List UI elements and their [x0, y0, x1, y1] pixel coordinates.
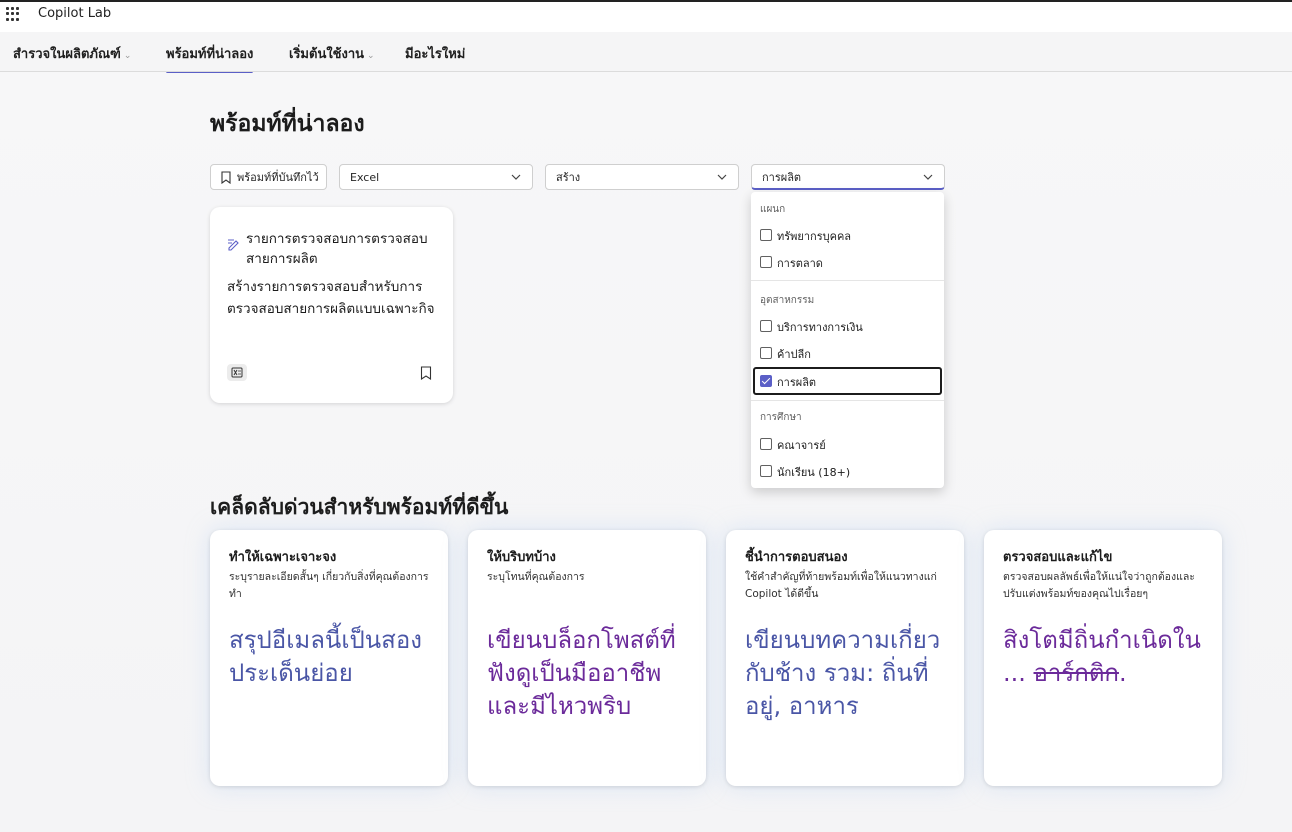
prompt-card[interactable]: รายการตรวจสอบการตรวจสอบสายการผลิต สร้างร…	[210, 207, 453, 403]
nav-whats-new[interactable]: มีอะไรใหม่	[405, 43, 465, 64]
menu-option-students[interactable]: นักเรียน (18+)	[751, 458, 944, 484]
checkbox[interactable]	[760, 438, 772, 450]
tip-heading: ทำให้เฉพาะเจาะจง	[229, 550, 337, 565]
checkbox[interactable]	[760, 320, 772, 332]
tip-card: ชี้นำการตอบสนอง ใช้คำสำคัญที่ท้ายพร้อมท์…	[726, 530, 964, 786]
app-filter-dropdown[interactable]: Excel	[339, 164, 533, 190]
menu-option-label: ค้าปลีก	[777, 348, 811, 361]
checkbox[interactable]	[760, 229, 772, 241]
nav-prompts[interactable]: พร้อมท์ที่น่าลอง	[166, 43, 254, 75]
page-title: พร้อมท์ที่น่าลอง	[210, 111, 365, 137]
action-filter-dropdown[interactable]: สร้าง	[545, 164, 739, 190]
menu-option-label: คณาจารย์	[777, 439, 826, 452]
menu-option-label: ทรัพยากรบุคคล	[777, 230, 852, 243]
tip-example-suffix: .	[1118, 659, 1127, 687]
bookmark-icon	[221, 170, 231, 184]
nav-whats-new-label: มีอะไรใหม่	[405, 47, 466, 62]
top-bar: Copilot Lab	[0, 0, 1292, 32]
app-title: Copilot Lab	[38, 6, 112, 21]
checkbox[interactable]	[760, 347, 772, 359]
menu-option-label: การตลาด	[777, 257, 823, 270]
menu-option-marketing[interactable]: การตลาด	[751, 249, 944, 275]
saved-prompts-button[interactable]: พร้อมท์ที่บันทึกไว้	[210, 164, 327, 190]
tip-subtitle: ระบุโทนที่คุณต้องการ	[487, 571, 585, 583]
menu-divider	[751, 400, 944, 401]
menu-option-retail[interactable]: ค้าปลีก	[751, 340, 944, 366]
tip-example: เขียนบล็อกโพสต์ที่ฟังดูเป็นมืออาชีพและมี…	[487, 626, 676, 720]
checkbox[interactable]	[760, 256, 772, 268]
menu-divider	[751, 280, 944, 281]
tip-heading: ตรวจสอบและแก้ไข	[1003, 550, 1113, 565]
menu-group-label: การศึกษา	[760, 412, 802, 423]
tip-card: ทำให้เฉพาะเจาะจง ระบุรายละเอียดสั้นๆ เกี…	[210, 530, 448, 786]
nav-get-started[interactable]: เริ่มต้นใช้งาน ⌄	[289, 43, 375, 64]
tip-example: เขียนบทความเกี่ยวกับช้าง รวม: ถิ่นที่อยู…	[745, 626, 941, 720]
chevron-down-icon: ⌄	[367, 51, 375, 61]
tip-card: ตรวจสอบและแก้ไข ตรวจสอบผลลัพธ์เพื่อให้แน…	[984, 530, 1222, 786]
saved-prompts-label: พร้อมท์ที่บันทึกไว้	[237, 171, 319, 184]
menu-group-label: อุตสาหกรรม	[760, 295, 815, 306]
menu-option-hr[interactable]: ทรัพยากรบุคคล	[751, 222, 944, 248]
nav-explore-label: สำรวจในผลิตภัณฑ์	[13, 47, 121, 62]
category-filter-dropdown[interactable]: การผลิต	[751, 164, 945, 190]
menu-option-label: นักเรียน (18+)	[777, 466, 851, 479]
tip-subtitle: ระบุรายละเอียดสั้นๆ เกี่ยวกับสิ่งที่คุณต…	[229, 571, 429, 600]
tip-heading: ชี้นำการตอบสนอง	[745, 550, 848, 565]
action-filter-value: สร้าง	[556, 171, 581, 184]
category-menu: แผนก ทรัพยากรบุคคล การตลาด อุตสาหกรรม บร…	[751, 192, 944, 488]
nav-get-started-label: เริ่มต้นใช้งาน	[289, 47, 365, 62]
chevron-down-icon	[511, 174, 521, 180]
prompt-card-description: สร้างรายการตรวจสอบสำหรับการตรวจสอบสายการ…	[227, 279, 435, 317]
checkbox-checked[interactable]	[760, 375, 772, 387]
prompt-card-title: รายการตรวจสอบการตรวจสอบสายการผลิต	[246, 231, 428, 267]
tip-example-struck: อาร์กติก	[1033, 659, 1119, 687]
app-launcher-icon[interactable]	[6, 7, 20, 21]
app-filter-value: Excel	[350, 170, 380, 184]
nav-bar: สำรวจในผลิตภัณฑ์ ⌄ พร้อมท์ที่น่าลอง เริ่ม…	[0, 32, 1292, 75]
bookmark-icon[interactable]	[420, 366, 432, 380]
tip-card: ให้บริบทบ้าง ระบุโทนที่คุณต้องการ เขียนบ…	[468, 530, 706, 786]
tip-example: สรุปอีเมลนี้เป็นสองประเด็นย่อย	[229, 626, 422, 687]
nav-explore[interactable]: สำรวจในผลิตภัณฑ์ ⌄	[13, 43, 131, 64]
checkbox[interactable]	[760, 465, 772, 477]
menu-option-label: การผลิต	[777, 376, 817, 389]
menu-option-label: บริการทางการเงิน	[777, 321, 863, 334]
chevron-down-icon	[923, 174, 933, 180]
excel-icon	[227, 364, 247, 381]
chevron-down-icon	[717, 174, 727, 180]
menu-option-faculty[interactable]: คณาจารย์	[751, 431, 944, 457]
tip-subtitle: ตรวจสอบผลลัพธ์เพื่อให้แน่ใจว่าถูกต้องและ…	[1003, 571, 1195, 600]
nav-prompts-label: พร้อมท์ที่น่าลอง	[166, 47, 254, 62]
menu-option-finance[interactable]: บริการทางการเงิน	[751, 313, 944, 339]
category-filter-value: การผลิต	[762, 170, 802, 184]
tip-example: สิงโตมีถิ่นกำเนิดใน ... อาร์กติก.	[1003, 624, 1213, 690]
tips-section-title: เคล็ดลับด่วนสำหรับพร้อมท์ที่ดีขึ้น	[210, 495, 509, 519]
tip-heading: ให้บริบทบ้าง	[487, 550, 556, 565]
chevron-down-icon: ⌄	[123, 51, 132, 61]
menu-group-label: แผนก	[760, 204, 786, 215]
tip-subtitle: ใช้คำสำคัญที่ท้ายพร้อมท์เพื่อให้แนวทางแก…	[745, 571, 937, 600]
menu-option-manufacturing[interactable]: การผลิต	[753, 367, 942, 395]
edit-list-icon	[228, 239, 239, 251]
